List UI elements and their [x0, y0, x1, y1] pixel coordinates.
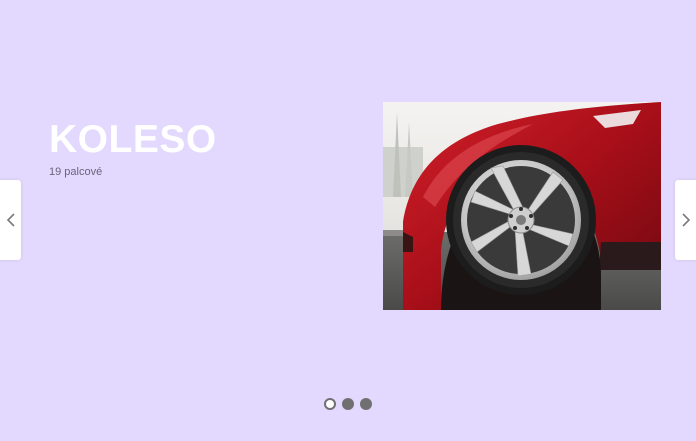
slide-title: KOLESO	[49, 118, 217, 161]
pagination-dot-2[interactable]	[342, 398, 354, 410]
prev-slide-button[interactable]	[0, 180, 21, 260]
next-slide-button[interactable]	[675, 180, 696, 260]
slide-subtitle: 19 palcové	[49, 166, 103, 178]
pagination-dot-1[interactable]	[324, 398, 336, 410]
car-wheel-image	[383, 102, 661, 310]
pagination-dot-3[interactable]	[360, 398, 372, 410]
carousel: KOLESO 19 palcové	[0, 0, 696, 441]
pagination-dots	[324, 398, 372, 410]
chevron-left-icon	[6, 213, 15, 227]
chevron-right-icon	[681, 213, 690, 227]
slide-image	[383, 102, 661, 310]
